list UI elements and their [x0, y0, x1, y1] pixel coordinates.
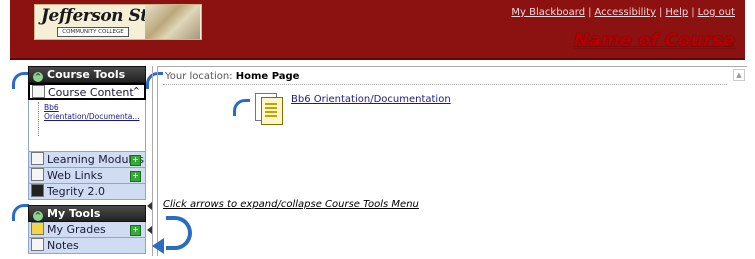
logout-link[interactable]: Log out — [698, 7, 735, 18]
course-tools-title: Course Tools — [47, 68, 126, 81]
notes-label: Notes — [47, 239, 79, 252]
sidebar-item-tegrity[interactable]: Tegrity 2.0 — [28, 184, 146, 200]
collapse-chevron-icon[interactable]: ⌃ — [132, 84, 141, 99]
main-content: Your location: Home Page ▲ Bb6 Orientati… — [157, 66, 747, 257]
location-value: Home Page — [235, 71, 300, 82]
my-tools-title: My Tools — [47, 207, 101, 220]
module-icon — [31, 152, 44, 165]
header-bar: Jefferson State COMMUNITY COLLEGE My Bla… — [10, 0, 745, 60]
my-tools-header[interactable]: ^ My Tools — [28, 205, 146, 222]
course-tools-header[interactable]: ^ Course Tools — [28, 66, 146, 83]
doc-link-orientation[interactable]: Bb6 Orientation/Documentation — [291, 94, 451, 105]
expand-plus-icon[interactable]: + — [130, 225, 141, 236]
arrow-tip-icon — [152, 238, 164, 254]
college-logo[interactable]: Jefferson State COMMUNITY COLLEGE — [34, 4, 202, 40]
notes-icon — [31, 238, 44, 251]
tree-item-bb6[interactable]: Bb6 — [44, 103, 145, 112]
callout-arrow-icon — [12, 72, 29, 89]
help-link[interactable]: Help — [665, 7, 688, 18]
sidebar-item-learning-modules[interactable]: Learning Modules + — [28, 152, 146, 168]
my-blackboard-link[interactable]: My Blackboard — [511, 7, 585, 18]
expand-plus-icon[interactable]: + — [130, 171, 141, 182]
course-content-item[interactable]: Course Content ⌃ — [28, 83, 146, 100]
collapse-menu-arrow-icon[interactable] — [147, 226, 152, 234]
document-icon[interactable] — [261, 97, 283, 125]
course-menu: ^ Course Tools Course Content ⌃ Bb6 Orien… — [28, 66, 146, 254]
callout-arrow-icon — [12, 204, 29, 221]
scroll-up-icon[interactable]: ▲ — [733, 69, 745, 81]
top-links: My Blackboard | Accessibility | Help | Log out — [511, 7, 735, 18]
my-grades-label: My Grades — [47, 223, 106, 236]
expand-plus-icon[interactable]: + — [130, 155, 141, 166]
collapse-menu-arrow-icon[interactable] — [147, 202, 152, 210]
breadcrumb-divider — [163, 84, 727, 85]
grades-icon — [31, 222, 44, 235]
breadcrumb: Your location: Home Page — [165, 71, 299, 82]
callout-arrow-icon — [233, 99, 250, 116]
web-links-label: Web Links — [47, 169, 103, 182]
content-tree: Bb6 Orientation/Documenta... — [28, 100, 146, 152]
tegrity-label: Tegrity 2.0 — [47, 185, 105, 198]
home-icon — [32, 85, 45, 98]
globe-icon — [31, 168, 44, 181]
sidebar-item-my-grades[interactable]: My Grades + — [28, 222, 146, 238]
logo-graphic — [145, 5, 200, 39]
tegrity-icon — [31, 184, 44, 197]
instruction-hint: Click arrows to expand/collapse Course T… — [163, 199, 419, 210]
tree-item-orientation[interactable]: Orientation/Documenta... — [44, 112, 145, 121]
location-prefix: Your location: — [165, 71, 233, 82]
collapse-icon[interactable]: ^ — [33, 72, 43, 82]
sidebar-item-web-links[interactable]: Web Links + — [28, 168, 146, 184]
course-content-label: Course Content — [48, 86, 134, 99]
collapse-icon[interactable]: ^ — [33, 211, 43, 221]
sidebar-item-notes[interactable]: Notes — [28, 238, 146, 254]
tree-line — [38, 102, 40, 136]
accessibility-link[interactable]: Accessibility — [594, 7, 656, 18]
course-name-title: Name of Course — [573, 30, 735, 51]
logo-subtext: COMMUNITY COLLEGE — [57, 27, 129, 37]
